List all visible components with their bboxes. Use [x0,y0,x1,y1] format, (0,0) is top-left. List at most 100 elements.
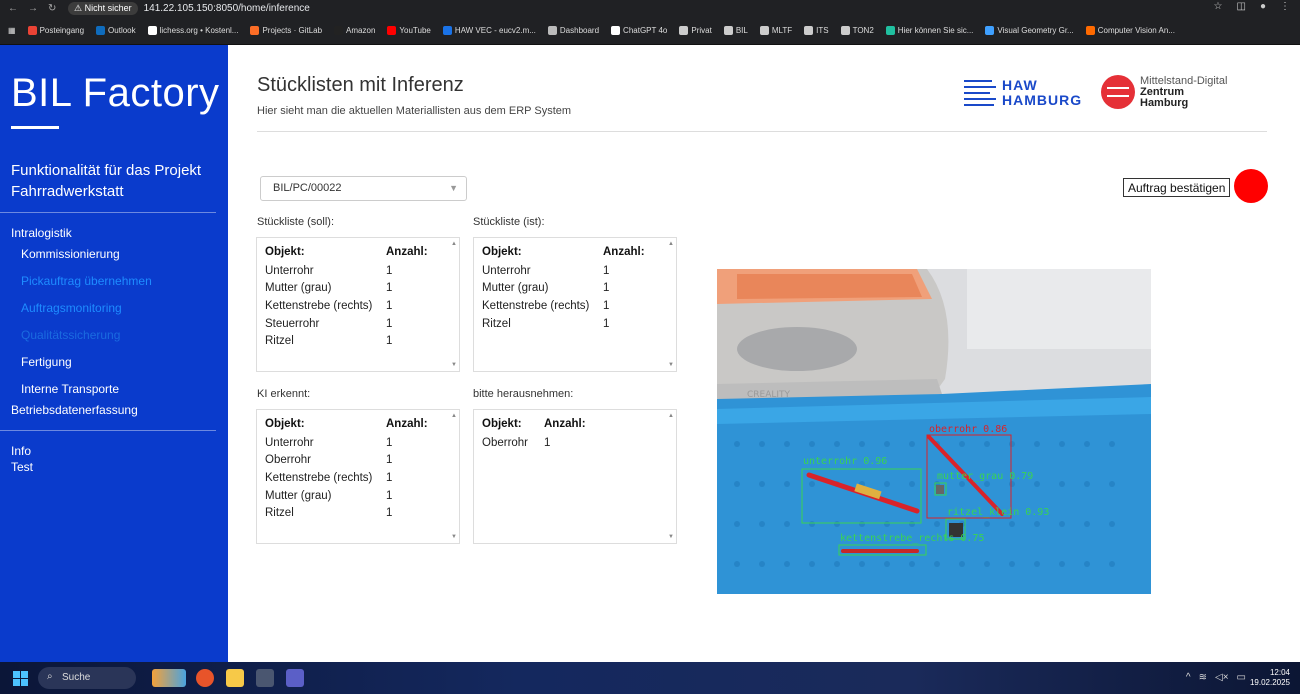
volume-icon[interactable]: ◁× [1215,672,1229,683]
bookmark-label: HAW VEC - eucv2.m... [454,25,536,35]
scroll-down-icon[interactable]: ▼ [451,362,457,368]
sidebar-item-betriebsdatenerfassung[interactable]: Betriebsdatenerfassung [11,403,138,417]
table-row: Unterrohr 1 [482,262,645,280]
haw-logo-line1: HAW [1002,77,1038,93]
bookmark-icon [96,25,106,35]
bookmark-item[interactable]: Amazon [334,25,375,35]
object-cell: Ritzel [265,335,294,348]
bookmark-item[interactable]: ITS [804,25,829,35]
count-cell: 1 [386,436,393,449]
widgets-icon[interactable] [152,669,186,687]
extensions-icon[interactable]: ◫ [1237,1,1246,12]
bookmark-item[interactable]: Dashboard [547,25,599,35]
bookmark-icon [759,25,769,35]
sidebar-item-kommissionierung[interactable]: Kommissionierung [21,247,120,261]
bom-select-value: BIL/PC/00022 [273,182,342,194]
bookmark-item[interactable]: TON2 [840,25,874,35]
bookmark-item[interactable]: Outlook [96,25,136,35]
bookmark-star-icon[interactable]: ☆ [1214,1,1223,12]
table-row: Unterrohr 1 [265,262,428,280]
sidebar-item-interne-transporte[interactable]: Interne Transporte [21,382,119,396]
menu-icon[interactable]: ⋮ [1280,1,1290,12]
battery-icon[interactable]: ▭ [1237,672,1246,683]
bookmark-item[interactable]: YouTube [387,25,431,35]
ist-panel[interactable]: Objekt: Anzahl: Unterrohr 1 Mutter (grau) 1 Ke… [473,237,677,372]
bookmark-item[interactable]: HAW VEC - eucv2.m... [442,25,536,35]
sidebar-item-intralogistik[interactable]: Intralogistik [11,226,72,240]
scroll-up-icon[interactable]: ▲ [451,413,457,419]
taskbar-search[interactable]: ⌕ Suche [38,667,136,689]
teams-icon[interactable] [286,669,304,687]
sidebar: BIL Factory Funktionalität für das Proje… [0,45,228,662]
table-row: Steuerrohr 1 [265,315,428,333]
bookmark-item[interactable]: BIL [723,25,748,35]
sidebar-item-test[interactable]: Test [11,460,33,474]
remove-panel[interactable]: Objekt: Anzahl: Oberrohr 1 ▲ ▼ [473,409,677,544]
count-cell: 1 [386,489,393,502]
bookmark-item[interactable]: Posteingang [27,25,84,35]
clock[interactable]: 12:04 19.02.2025 [1250,668,1290,688]
object-cell: Oberrohr [482,436,529,449]
reload-icon[interactable]: ↻ [48,3,56,14]
object-cell: Unterrohr [265,264,314,277]
detection-label-mutter-grau: mutter_grau 0.79 [937,471,1033,482]
table-row: Oberrohr 1 [265,452,428,470]
back-icon[interactable]: ← [8,3,18,14]
bookmark-label: Privat [691,25,712,35]
sidebar-item-fertigung[interactable]: Fertigung [21,355,72,369]
bookmark-item[interactable]: Visual Geometry Gr... [985,25,1074,35]
table-header: Anzahl: [386,246,428,258]
url-field[interactable]: 141.22.105.150:8050/home/inference [144,3,310,14]
object-cell: Kettenstrebe (rechts) [482,299,590,312]
sidebar-item-info[interactable]: Info [11,444,31,458]
scroll-down-icon[interactable]: ▼ [668,534,674,540]
forward-icon[interactable]: → [28,3,38,14]
sidebar-item-pickauftrag-übernehmen[interactable]: Pickauftrag übernehmen [21,274,152,288]
ki-panel[interactable]: Objekt: Anzahl: Unterrohr 1 Oberrohr 1 Kettens… [256,409,460,544]
bookmark-item[interactable]: Computer Vision An... [1085,25,1175,35]
confirm-order-button[interactable]: Auftrag bestätigen [1123,178,1231,197]
scrollbar[interactable]: ▲ ▼ [666,410,676,543]
bookmark-label: Projects · GitLab [262,25,323,35]
chevron-down-icon: ▼ [449,183,458,193]
bookmark-item[interactable]: Projects · GitLab [250,25,323,35]
count-cell: 1 [603,264,610,277]
file-explorer-icon[interactable] [226,669,244,687]
windows-start-icon[interactable] [13,671,28,686]
browser-actions: ☆ ◫ ● ⋮ [1214,1,1290,12]
bookmark-label: Hier können Sie sic... [897,25,974,35]
object-cell: Mutter (grau) [265,489,332,502]
sidebar-item-auftragsmonitoring[interactable]: Auftragsmonitoring [21,301,122,315]
scrollbar[interactable]: ▲ ▼ [666,238,676,371]
sidebar-item-qualitätssicherung[interactable]: Qualitätssicherung [21,328,120,342]
bookmark-item[interactable]: Hier können Sie sic... [885,25,974,35]
bookmark-item[interactable]: lichess.org • Kostenl... [147,25,238,35]
count-cell: 1 [544,436,551,449]
bookmark-item[interactable]: ChatGPT 4o [611,25,667,35]
object-cell: Unterrohr [482,264,531,277]
bookmark-icon [840,25,850,35]
scroll-down-icon[interactable]: ▼ [451,534,457,540]
apps-grid-icon[interactable]: ▦ [8,26,16,35]
chevron-up-icon[interactable]: ^ [1186,672,1191,683]
scrollbar[interactable]: ▲ ▼ [449,410,459,543]
bom-select-dropdown[interactable]: BIL/PC/00022 ▼ [260,176,467,201]
bookmark-item[interactable]: Privat [679,25,712,35]
soll-panel[interactable]: Objekt: Anzahl: Unterrohr 1 Mutter (grau) 1 Ke… [256,237,460,372]
terminal-icon[interactable] [256,669,274,687]
bookmark-label: Computer Vision An... [1097,25,1175,35]
bookmark-icon [723,25,733,35]
scroll-up-icon[interactable]: ▲ [668,413,674,419]
table-row: Ritzel 1 [265,504,428,522]
scroll-up-icon[interactable]: ▲ [451,241,457,247]
scroll-down-icon[interactable]: ▼ [668,362,674,368]
project-title: Funktionalität für das Projekt Fahrradwe… [11,162,202,200]
wifi-icon[interactable]: ≋ [1199,672,1207,683]
count-cell: 1 [603,299,610,312]
chrome-icon[interactable] [196,669,214,687]
bookmark-item[interactable]: MLTF [759,25,792,35]
scroll-up-icon[interactable]: ▲ [668,241,674,247]
scrollbar[interactable]: ▲ ▼ [449,238,459,371]
security-badge[interactable]: ⚠ Nicht sicher [68,1,138,15]
profile-icon[interactable]: ● [1260,1,1266,12]
